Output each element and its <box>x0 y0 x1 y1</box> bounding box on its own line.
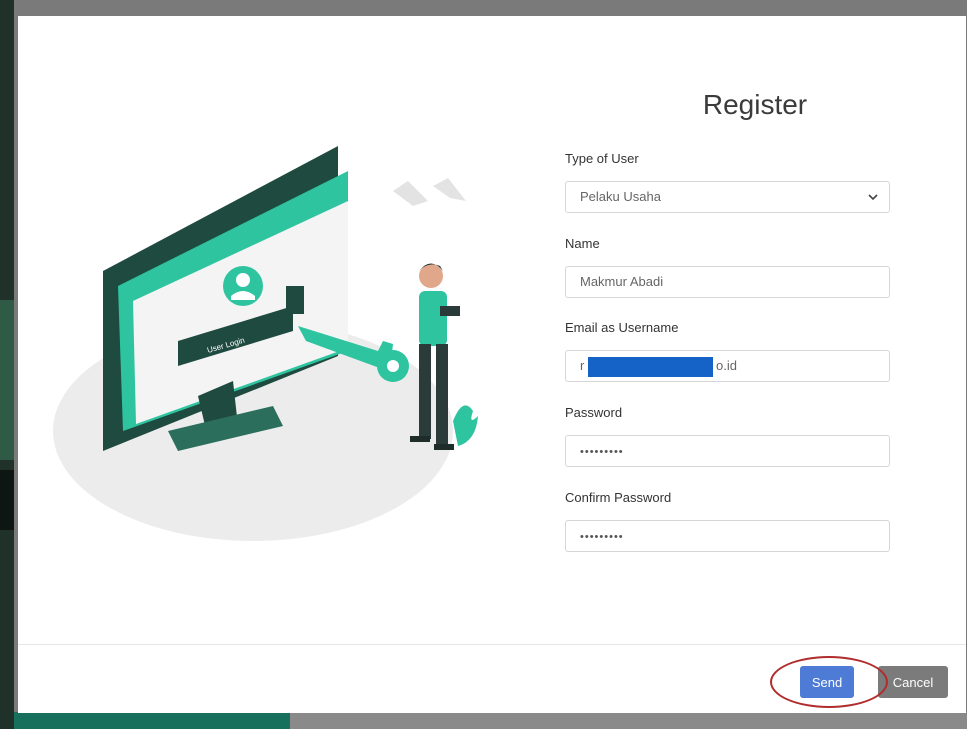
email-value-end: o.id <box>716 358 737 373</box>
password-value: ••••••••• <box>580 446 624 458</box>
email-label: Email as Username <box>565 320 679 335</box>
email-input[interactable]: r o.id <box>565 350 890 382</box>
background-app-panel-dark <box>0 470 14 530</box>
name-label: Name <box>565 236 600 251</box>
password-label: Password <box>565 405 623 420</box>
background-app-panel <box>0 300 14 460</box>
footer-divider <box>18 644 966 645</box>
send-highlight-annotation <box>770 656 888 708</box>
confirm-password-label: Confirm Password <box>565 490 672 505</box>
register-modal: User Login Register Type of User Pelaku … <box>18 16 966 713</box>
email-redaction <box>588 357 713 377</box>
cancel-button[interactable]: Cancel <box>878 666 948 698</box>
background-app-edge <box>0 0 14 729</box>
dialog-title: Register <box>702 89 808 120</box>
background-app-bottom <box>14 712 290 729</box>
name-value: Makmur Abadi <box>580 274 664 289</box>
confirm-password-input[interactable]: ••••••••• <box>565 520 890 552</box>
chevron-down-icon <box>868 194 878 201</box>
background-overlay-bottom <box>290 712 967 729</box>
confirm-password-value: ••••••••• <box>580 531 624 543</box>
user-type-select[interactable]: Pelaku Usaha <box>565 181 890 213</box>
email-value-start: r <box>580 358 585 373</box>
user-type-label: Type of User <box>565 151 639 166</box>
name-input[interactable]: Makmur Abadi <box>565 266 890 298</box>
login-illustration: User Login <box>53 146 478 541</box>
password-input[interactable]: ••••••••• <box>565 435 890 467</box>
user-type-selected-value: Pelaku Usaha <box>580 189 661 204</box>
